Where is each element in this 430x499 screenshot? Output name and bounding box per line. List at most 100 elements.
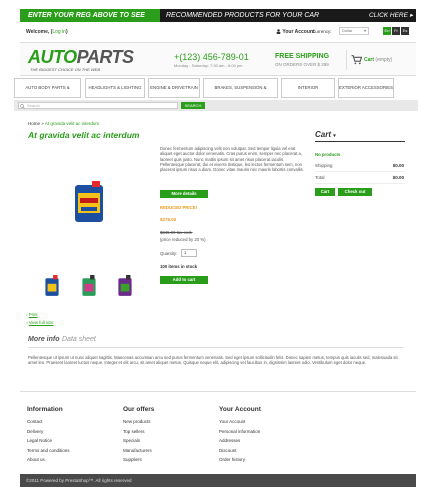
logo[interactable]: AUTOPARTS <box>28 48 134 66</box>
search-input[interactable]: Search <box>18 102 178 109</box>
cart-total-row: Total $0.00 <box>315 175 405 184</box>
currency-value: Dollar <box>342 28 353 33</box>
thumbnail-3[interactable] <box>117 275 133 297</box>
nav-auto-body-parts[interactable]: AUTO BODY PARTS & MIRRORS <box>14 78 81 108</box>
cart-total-value: $0.00 <box>392 175 404 180</box>
user-icon <box>276 29 281 34</box>
footer-link[interactable]: Addresses <box>219 438 261 448</box>
footer-link[interactable]: Personal information <box>219 429 261 439</box>
more-details-button[interactable]: More details <box>160 190 208 198</box>
thumbnail-1[interactable] <box>44 275 60 297</box>
quantity-input[interactable]: 1 <box>181 249 197 257</box>
tab-data-sheet[interactable]: Data sheet <box>62 336 96 343</box>
footer-link[interactable]: Contact <box>27 419 70 429</box>
view-full-size-link[interactable]: ▫ View full size <box>26 320 54 325</box>
cart-shipping-row: Shipping $0.00 <box>315 163 405 172</box>
footer-offers: Our offers New products Top sellers Spec… <box>123 406 154 467</box>
lang-fr[interactable]: Fr <box>392 27 400 35</box>
account-label: Your Account <box>282 29 315 35</box>
thumbnail-2[interactable] <box>81 275 97 297</box>
lang-en[interactable]: En <box>383 27 391 35</box>
footer-account: Your Account Your Account Personal infor… <box>219 406 261 467</box>
footer-link[interactable]: Suppliers <box>123 457 154 467</box>
footer-link[interactable]: Terms and conditions <box>27 448 70 458</box>
main-nav: AUTO BODY PARTS & MIRRORS HEADLIGHTS & L… <box>14 78 418 108</box>
search-icon <box>20 103 25 109</box>
view-full-label: View full size <box>28 320 54 325</box>
nav-interior[interactable]: INTERIOR ACCESSORIES <box>281 78 335 108</box>
footer-link[interactable]: Discount <box>219 448 261 458</box>
product-title: At gravida velit ac interdum <box>28 130 140 140</box>
lang-es[interactable]: Es <box>401 27 409 35</box>
footer-link[interactable]: Order history <box>219 457 261 467</box>
tab-more-info[interactable]: More info <box>28 336 60 343</box>
search-bar: Search SEARCH <box>14 100 418 111</box>
footer-link[interactable]: Your Account <box>219 419 261 429</box>
tagline: THE BIGGEST CHOICE ON THE WEB <box>30 67 101 72</box>
top-bar: Welcome, (Log in) Your Account Currency:… <box>26 27 409 39</box>
search-button[interactable]: SEARCH <box>181 102 205 109</box>
old-price: $345.00 tax excl. <box>160 230 193 235</box>
cart-block-title[interactable]: Cart ▾ <box>315 130 336 139</box>
footer-link[interactable]: About us <box>27 457 70 467</box>
chevron-down-icon[interactable]: ▾ <box>333 133 336 139</box>
cart-button[interactable]: Cart <box>315 188 335 196</box>
nav-exterior[interactable]: EXTERIOR ACCESSORIES <box>338 78 394 98</box>
product-long-description: Pellentesque ut ipsum ut nunc aliquet sa… <box>28 355 398 366</box>
promo-banner[interactable]: ENTER YOUR REG ABOVE TO SEE RECOMMENDED … <box>20 9 416 22</box>
free-shipping-title: FREE SHIPPING <box>275 53 330 60</box>
cart-state: (empty) <box>375 57 393 63</box>
price-reduction: (price reduced by 20 %) <box>160 237 206 242</box>
nav-brakes[interactable]: BRAKES, SUSPENSION & STEERING <box>203 78 278 108</box>
welcome-text: Welcome, (Log in) <box>26 29 68 35</box>
product-image[interactable] <box>72 181 106 223</box>
footer-link[interactable]: Delivery <box>27 429 70 439</box>
checkout-button[interactable]: Check out <box>338 188 372 196</box>
breadcrumb-home[interactable]: Home <box>28 121 40 126</box>
product-tabs: More info Data sheet <box>28 336 403 348</box>
login-link[interactable]: Log in <box>52 29 66 35</box>
breadcrumb-sep: » <box>41 121 44 126</box>
breadcrumb-current: At gravida velit ac interdum <box>44 121 100 126</box>
banner-click-here[interactable]: CLICK HERE ▸ <box>366 9 416 22</box>
welcome-end: ) <box>65 29 68 35</box>
banner-middle-text: RECOMMENDED PRODUCTS FOR YOUR CAR <box>166 12 320 19</box>
welcome-label: Welcome, ( <box>26 29 53 35</box>
logo-main: AUTO <box>28 47 77 67</box>
footer-link[interactable]: Top sellers <box>123 429 154 439</box>
opening-hours: Monday - Saturday: 7:30 am - 6:00 pm <box>174 63 243 68</box>
reduced-price-label: REDUCED PRICE! <box>160 205 198 210</box>
footer-link[interactable]: Manufacturers <box>123 448 154 458</box>
currency-select[interactable]: Dollar ▾ <box>339 27 369 35</box>
nav-headlights[interactable]: HEADLIGHTS & LIGHTING <box>85 78 145 98</box>
bullet-icon: ▫ <box>26 312 28 317</box>
cart-title-label: Cart <box>315 130 332 139</box>
footer-link[interactable]: New products <box>123 419 154 429</box>
footer-link[interactable]: Specials <box>123 438 154 448</box>
phone-number: +(123) 456-789-01 <box>174 52 249 62</box>
add-to-cart-button[interactable]: Add to cart <box>160 276 208 284</box>
footer-link[interactable]: Legal Notice <box>27 438 70 448</box>
cart-icon <box>351 55 362 65</box>
header: AUTOPARTS THE BIGGEST CHOICE ON THE WEB … <box>20 42 416 76</box>
your-account-link[interactable]: Your Account <box>276 29 315 35</box>
zoom-icon: ▫ <box>26 320 28 325</box>
footer-account-title: Your Account <box>219 406 261 413</box>
currency-label: Currency: <box>312 29 332 34</box>
cart-no-products: No products <box>315 152 341 157</box>
nav-engine[interactable]: ENGINE & DRIVETRAIN <box>148 78 200 98</box>
print-label: Print <box>28 312 38 317</box>
cart-divider <box>315 141 405 142</box>
footer-divider <box>20 391 416 392</box>
free-shipping-sub: ON ORDERS OVER $ 299 <box>275 62 329 67</box>
product-price: $276.00 <box>160 217 177 222</box>
print-link[interactable]: ▫ Print <box>26 312 38 317</box>
footer-offers-title: Our offers <box>123 406 155 413</box>
header-cart[interactable]: Cart (empty) <box>346 50 406 70</box>
cart-total-label: Total <box>315 175 325 180</box>
breadcrumb: Home » At gravida velit ac interdum <box>28 121 99 126</box>
cart-shipping-label: Shipping <box>315 163 333 168</box>
product-short-description: Donec fermentum adipiscing velit non vol… <box>160 146 304 173</box>
search-placeholder: Search <box>27 103 40 108</box>
copyright: ©2011 Powered by PrestaShop™. All rights… <box>20 474 416 487</box>
